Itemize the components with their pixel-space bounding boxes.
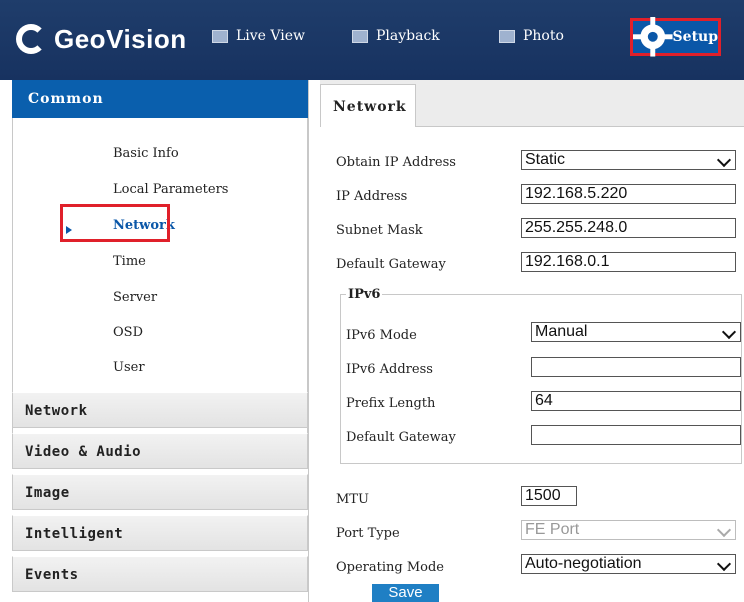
ipv6-address-label: IPv6 Address <box>346 362 433 377</box>
sidebar: Common Basic Info Local Parameters Netwo… <box>12 80 309 602</box>
subnet-mask-label: Subnet Mask <box>336 223 423 238</box>
nav-live-view-label: Live View <box>236 28 306 44</box>
ipv6-gateway-input[interactable] <box>531 425 741 445</box>
nav-playback[interactable]: Playback <box>352 28 440 44</box>
sidebar-item-basic-info[interactable]: Basic Info <box>113 146 179 161</box>
film-icon <box>352 29 368 43</box>
sidebar-item-user[interactable]: User <box>113 360 145 375</box>
ip-address-input[interactable]: 192.168.5.220 <box>521 184 736 204</box>
nav-photo[interactable]: Photo <box>499 28 564 44</box>
obtain-ip-value: Static <box>525 151 566 168</box>
sidebar-category-events[interactable]: Events <box>12 556 308 592</box>
photo-icon <box>499 29 515 43</box>
geovision-logo: GeoVision <box>16 14 187 64</box>
nav-photo-label: Photo <box>523 28 564 44</box>
sidebar-category-image[interactable]: Image <box>12 474 308 510</box>
ipv6-mode-value: Manual <box>535 323 588 340</box>
tab-strip: Network <box>320 80 744 127</box>
gear-icon <box>633 17 673 57</box>
ip-address-label: IP Address <box>336 189 408 204</box>
chevron-down-icon <box>721 324 737 340</box>
port-type-select: FE Port <box>521 520 736 540</box>
obtain-ip-label: Obtain IP Address <box>336 155 456 170</box>
monitor-icon <box>212 29 228 43</box>
operating-mode-value: Auto-negotiation <box>525 555 642 572</box>
port-type-value: FE Port <box>525 521 580 538</box>
sidebar-category-network[interactable]: Network <box>12 392 308 428</box>
logo-mark-icon <box>16 24 46 54</box>
save-button[interactable]: Save <box>372 584 439 602</box>
ipv6-gateway-label: Default Gateway <box>346 430 456 445</box>
chevron-down-icon <box>716 556 732 572</box>
operating-mode-select[interactable]: Auto-negotiation <box>521 554 736 574</box>
chevron-down-icon <box>716 152 732 168</box>
nav-setup-label: Setup <box>672 29 718 45</box>
brand-name: GeoVision <box>54 23 187 54</box>
operating-mode-label: Operating Mode <box>336 560 444 575</box>
nav-setup[interactable]: Setup <box>633 17 718 57</box>
sidebar-item-time[interactable]: Time <box>113 254 146 269</box>
prefix-length-input[interactable]: 64 <box>531 391 741 411</box>
mtu-input[interactable]: 1500 <box>521 486 577 506</box>
default-gateway-label: Default Gateway <box>336 257 446 272</box>
mtu-label: MTU <box>336 492 369 507</box>
subnet-mask-input[interactable]: 255.255.248.0 <box>521 218 736 238</box>
sidebar-item-server[interactable]: Server <box>113 290 157 305</box>
ipv6-legend: IPv6 <box>346 287 383 302</box>
ipv6-mode-select[interactable]: Manual <box>531 322 741 342</box>
sidebar-common-header[interactable]: Common <box>12 80 308 118</box>
sidebar-category-intelligent[interactable]: Intelligent <box>12 515 308 551</box>
tab-network[interactable]: Network <box>320 84 416 127</box>
ipv6-address-input[interactable] <box>531 357 741 377</box>
chevron-down-icon <box>716 522 732 538</box>
default-gateway-input[interactable]: 192.168.0.1 <box>521 252 736 272</box>
sidebar-item-local-parameters[interactable]: Local Parameters <box>113 182 228 197</box>
sidebar-item-osd[interactable]: OSD <box>113 325 143 340</box>
port-type-label: Port Type <box>336 526 400 541</box>
nav-playback-label: Playback <box>376 28 440 44</box>
prefix-length-label: Prefix Length <box>346 396 436 411</box>
ipv6-mode-label: IPv6 Mode <box>346 328 417 343</box>
nav-live-view[interactable]: Live View <box>212 28 305 44</box>
network-highlight-box <box>60 204 170 242</box>
sidebar-category-video-audio[interactable]: Video & Audio <box>12 433 308 469</box>
obtain-ip-select[interactable]: Static <box>521 150 736 170</box>
